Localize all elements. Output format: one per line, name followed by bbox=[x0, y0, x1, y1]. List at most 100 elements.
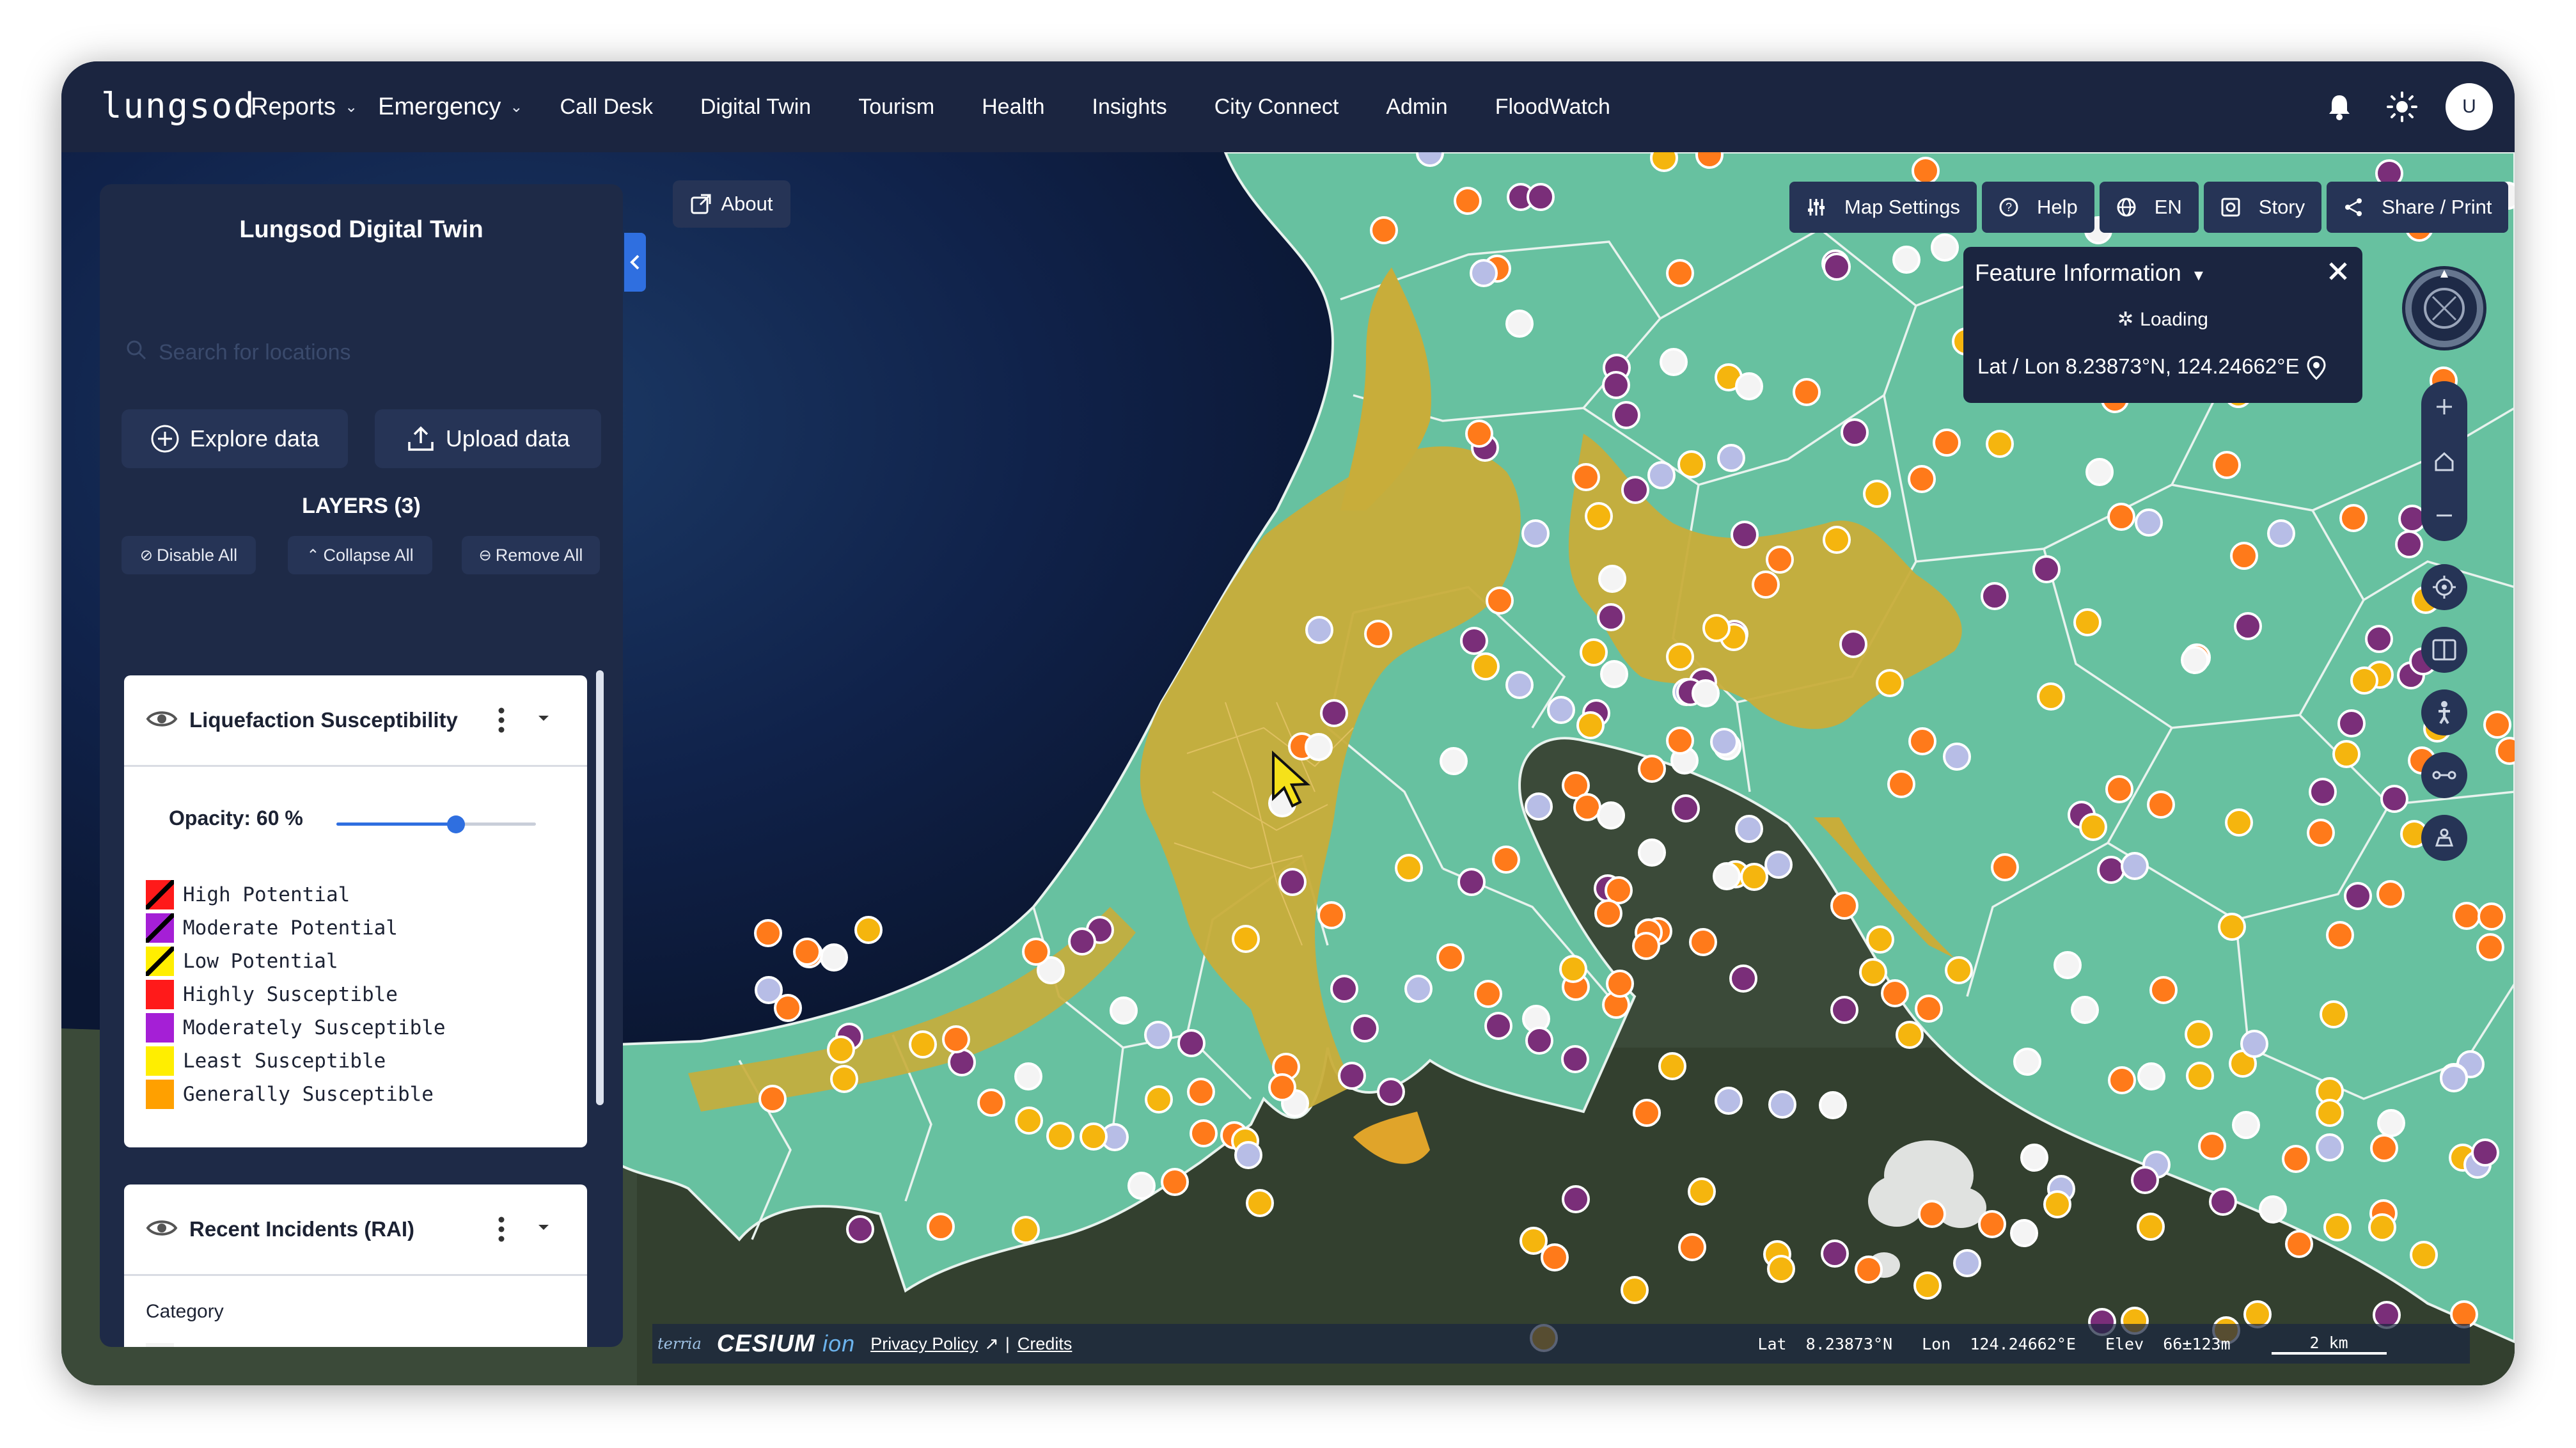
incident-point[interactable] bbox=[1768, 1090, 1796, 1119]
incident-point[interactable] bbox=[1594, 899, 1622, 927]
incident-point[interactable] bbox=[2149, 976, 2178, 1004]
incident-point[interactable] bbox=[2218, 913, 2246, 941]
sun-icon[interactable] bbox=[2383, 88, 2421, 126]
incident-point[interactable] bbox=[1752, 571, 1780, 599]
incident-point[interactable] bbox=[1830, 892, 1858, 920]
incident-point[interactable] bbox=[948, 1048, 976, 1076]
incident-point[interactable] bbox=[1660, 348, 1688, 376]
incident-point[interactable] bbox=[1416, 152, 1444, 167]
incident-point[interactable] bbox=[2320, 1000, 2348, 1028]
incident-point[interactable] bbox=[1830, 996, 1858, 1024]
incident-point[interactable] bbox=[1338, 1062, 1366, 1090]
incident-point[interactable] bbox=[2240, 1030, 2268, 1058]
credits-link[interactable]: Credits bbox=[1017, 1334, 1072, 1354]
incident-point[interactable] bbox=[1821, 1239, 1849, 1268]
incident-point[interactable] bbox=[1597, 801, 1625, 830]
incident-point[interactable] bbox=[1046, 1122, 1074, 1150]
incident-point[interactable] bbox=[1931, 233, 1959, 262]
incident-point[interactable] bbox=[1012, 1216, 1040, 1244]
incident-point[interactable] bbox=[1695, 152, 1724, 169]
incident-point[interactable] bbox=[1457, 868, 1486, 896]
incident-point[interactable] bbox=[2450, 1300, 2478, 1328]
help-button[interactable]: ? Help bbox=[1981, 182, 2094, 233]
incident-point[interactable] bbox=[2478, 902, 2506, 931]
incident-point[interactable] bbox=[1666, 643, 1694, 671]
incident-point[interactable] bbox=[1486, 586, 1514, 615]
incident-point[interactable] bbox=[1525, 1027, 1553, 1055]
feature-info-title[interactable]: Feature Information ▾ bbox=[1975, 260, 2203, 287]
incident-point[interactable] bbox=[1404, 975, 1433, 1003]
incident-point[interactable] bbox=[827, 1035, 855, 1064]
nav-item-reports[interactable]: Reports ⌄ bbox=[251, 93, 357, 121]
incident-point[interactable] bbox=[758, 1085, 787, 1113]
incident-point[interactable] bbox=[977, 1089, 1005, 1117]
incident-point[interactable] bbox=[2370, 1134, 2398, 1162]
incident-point[interactable] bbox=[1110, 996, 1138, 1025]
incident-point[interactable] bbox=[2037, 682, 2065, 711]
incident-point[interactable] bbox=[1766, 546, 1794, 574]
upload-data-button[interactable]: Upload data bbox=[375, 409, 601, 468]
incident-point[interactable] bbox=[2307, 819, 2335, 847]
incident-point[interactable] bbox=[1598, 565, 1626, 593]
caret-down-icon[interactable] bbox=[537, 1223, 550, 1234]
incident-point[interactable] bbox=[2135, 508, 2163, 537]
layer-card-header[interactable]: Liquefaction Susceptibility bbox=[124, 675, 587, 767]
incident-point[interactable] bbox=[1621, 476, 1649, 504]
incident-point[interactable] bbox=[754, 919, 782, 947]
location-search[interactable]: Search for locations bbox=[125, 335, 599, 370]
incident-point[interactable] bbox=[2105, 775, 2133, 803]
incident-point[interactable] bbox=[2013, 1048, 2041, 1076]
eye-icon[interactable] bbox=[146, 708, 178, 733]
incident-point[interactable] bbox=[2230, 542, 2258, 570]
incident-point[interactable] bbox=[1580, 638, 1608, 666]
incident-point[interactable] bbox=[820, 943, 848, 972]
incident-point[interactable] bbox=[1896, 1021, 1924, 1049]
incident-point[interactable] bbox=[1612, 401, 1640, 429]
incident-point[interactable] bbox=[2198, 1132, 2226, 1160]
incident-point[interactable] bbox=[1912, 157, 1940, 185]
incident-point[interactable] bbox=[2185, 1020, 2213, 1048]
incident-point[interactable] bbox=[1278, 868, 1307, 896]
incident-point[interactable] bbox=[1436, 943, 1465, 972]
incident-point[interactable] bbox=[1562, 1185, 1590, 1213]
augmented-reality-icon[interactable] bbox=[2421, 815, 2467, 861]
incident-point[interactable] bbox=[2259, 1195, 2287, 1224]
remove-all-button[interactable]: ⊖ Remove All bbox=[462, 536, 600, 574]
incident-point[interactable] bbox=[1731, 521, 1759, 549]
incident-point[interactable] bbox=[1465, 420, 1493, 448]
incident-point[interactable] bbox=[1187, 1078, 1215, 1106]
home-icon[interactable] bbox=[2421, 439, 2467, 485]
incident-point[interactable] bbox=[2097, 856, 2125, 884]
zoom-out-icon[interactable] bbox=[2421, 492, 2467, 539]
panel-scrollbar[interactable] bbox=[596, 670, 604, 1105]
slider-thumb[interactable] bbox=[447, 815, 466, 833]
incident-point[interactable] bbox=[2186, 1062, 2214, 1090]
incident-point[interactable] bbox=[2232, 1111, 2260, 1139]
incident-point[interactable] bbox=[2032, 555, 2061, 583]
incident-point[interactable] bbox=[1232, 925, 1260, 953]
close-icon[interactable] bbox=[2328, 261, 2348, 285]
incident-point[interactable] bbox=[1881, 979, 1909, 1007]
incident-point[interactable] bbox=[1492, 846, 1520, 874]
nav-item-call-desk[interactable]: Call Desk bbox=[560, 95, 652, 120]
incident-point[interactable] bbox=[1767, 1255, 1795, 1283]
incident-point[interactable] bbox=[1729, 964, 1757, 993]
explore-data-button[interactable]: Explore data bbox=[122, 409, 348, 468]
incident-point[interactable] bbox=[2209, 1188, 2237, 1216]
incident-point[interactable] bbox=[1161, 1168, 1189, 1196]
incident-point[interactable] bbox=[1234, 1141, 1262, 1169]
incident-point[interactable] bbox=[1945, 956, 1973, 984]
incident-point[interactable] bbox=[1605, 876, 1633, 904]
incident-point[interactable] bbox=[2043, 1190, 2071, 1218]
incident-point[interactable] bbox=[1472, 652, 1500, 681]
incident-point[interactable] bbox=[1305, 616, 1333, 644]
opacity-slider[interactable] bbox=[336, 815, 536, 834]
incident-point[interactable] bbox=[927, 1213, 955, 1241]
privacy-policy-link[interactable]: Privacy Policy bbox=[870, 1334, 978, 1354]
incident-point[interactable] bbox=[2071, 996, 2099, 1024]
incident-point[interactable] bbox=[1145, 1085, 1173, 1114]
incident-point[interactable] bbox=[1702, 614, 1731, 642]
nav-item-city-connect[interactable]: City Connect bbox=[1214, 95, 1339, 120]
incident-point[interactable] bbox=[2285, 1230, 2313, 1258]
incident-point[interactable] bbox=[2483, 711, 2511, 739]
